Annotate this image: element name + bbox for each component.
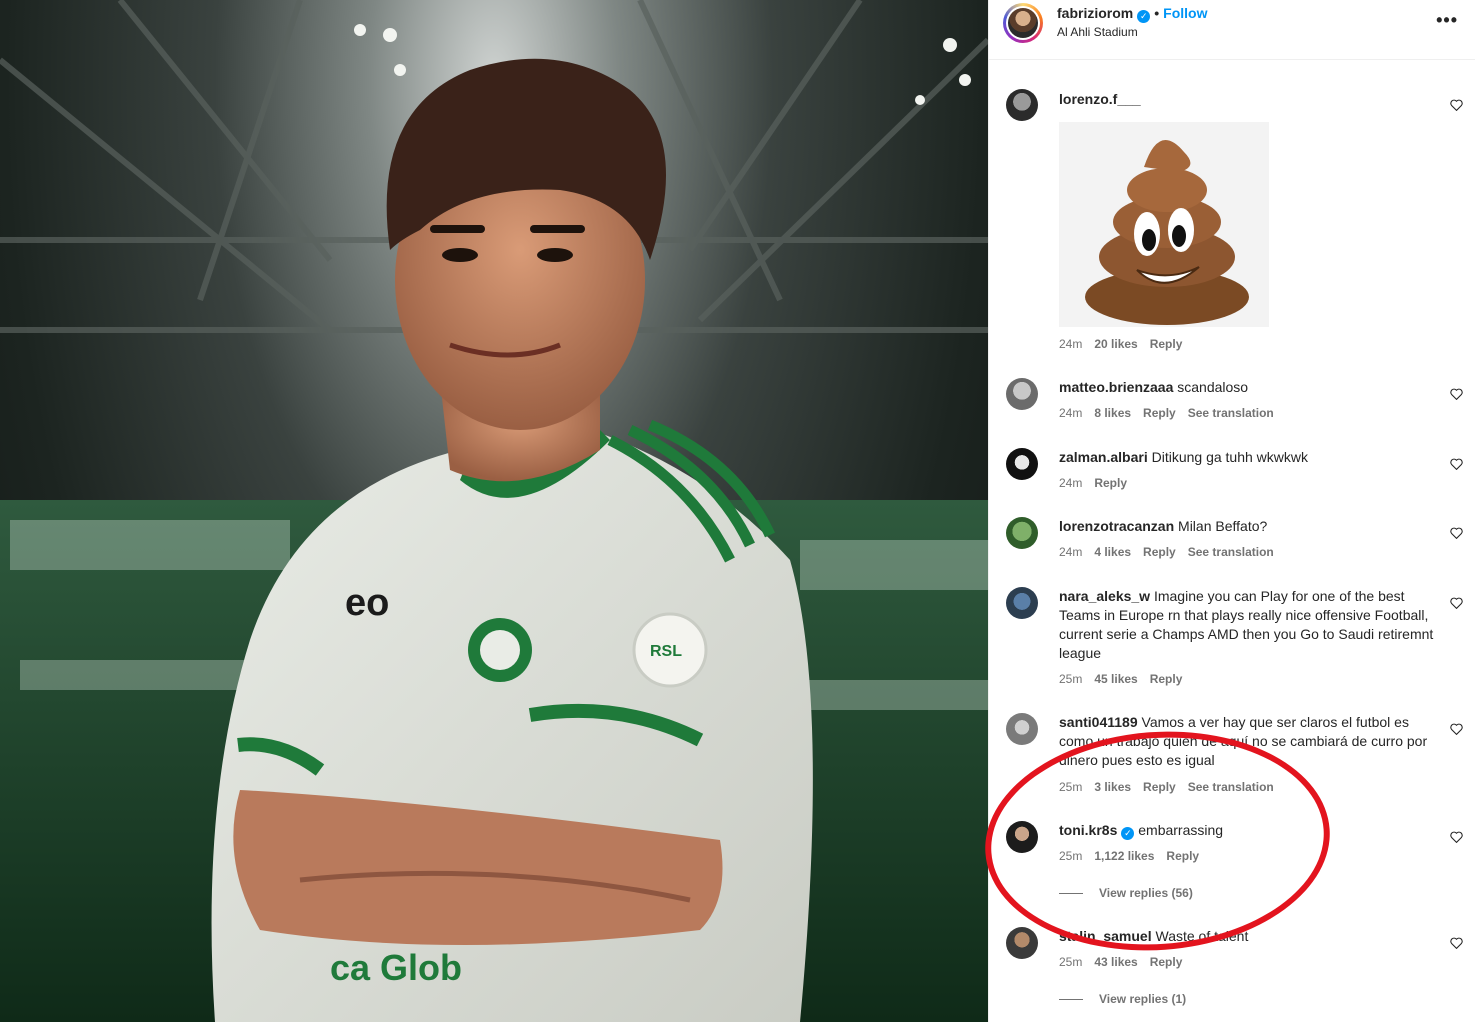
like-heart-icon[interactable] (1450, 99, 1463, 111)
sponsor-text: eo (345, 582, 389, 624)
commenter-avatar[interactable] (1006, 821, 1038, 853)
see-translation-button[interactable]: See translation (1188, 406, 1274, 420)
like-heart-icon[interactable] (1450, 527, 1463, 539)
comment-username[interactable]: zalman.albari (1059, 449, 1148, 465)
comment-text: santi041189 Vamos a ver hay que ser clar… (1059, 713, 1439, 770)
comment-likes[interactable]: 8 likes (1094, 406, 1131, 420)
player-photo: eo RSL ca Glob (0, 0, 988, 1022)
rsl-text: RSL (650, 643, 682, 660)
comment-time: 24m (1059, 476, 1083, 490)
comment-time: 24m (1059, 337, 1083, 351)
comment-username[interactable]: toni.kr8s (1059, 822, 1117, 838)
author-line: fabriziorom ✓ • Follow (1057, 5, 1207, 23)
comment-username[interactable]: lorenzo.f___ (1059, 91, 1141, 107)
like-heart-icon[interactable] (1450, 831, 1463, 843)
comment-text: nara_aleks_w Imagine you can Play for on… (1059, 587, 1439, 663)
comment-meta: 24m Reply (1059, 476, 1139, 490)
comment-username[interactable]: lorenzotracanzan (1059, 518, 1174, 534)
comment-text: zalman.albari Ditikung ga tuhh wkwkwk (1059, 448, 1439, 467)
like-heart-icon[interactable] (1450, 458, 1463, 470)
reply-button[interactable]: Reply (1143, 406, 1176, 420)
comment-likes[interactable]: 3 likes (1094, 780, 1131, 794)
author-username[interactable]: fabriziorom (1057, 5, 1133, 21)
comment-meta: 25m 1,122 likes Reply (1059, 849, 1211, 863)
comment-username[interactable]: santi041189 (1059, 714, 1138, 730)
comment-meta: 25m 45 likes Reply (1059, 672, 1194, 686)
like-heart-icon[interactable] (1450, 388, 1463, 400)
reply-button[interactable]: Reply (1143, 545, 1176, 559)
reply-button[interactable]: Reply (1094, 476, 1127, 490)
comment-meta: 24m 20 likes Reply (1059, 337, 1194, 351)
comments-panel: fabriziorom ✓ • Follow Al Ahli Stadium ••• … (988, 0, 1475, 1022)
more-options-icon[interactable]: ••• (1436, 10, 1458, 31)
separator-dot: • (1154, 5, 1160, 21)
verified-badge-icon: ✓ (1121, 827, 1135, 840)
view-replies-button[interactable]: View replies (1) (1059, 992, 1186, 1006)
comment-likes[interactable]: 4 likes (1094, 545, 1131, 559)
comment-time: 25m (1059, 849, 1083, 863)
comment-meta: 25m 3 likes Reply See translation (1059, 780, 1286, 794)
post-header: fabriziorom ✓ • Follow Al Ahli Stadium ••• (989, 0, 1475, 60)
comment-text: matteo.brienzaaa scandaloso (1059, 378, 1439, 397)
comment-time: 25m (1059, 780, 1083, 794)
comment-username[interactable]: stalin_samuel (1059, 928, 1152, 944)
view-replies-button[interactable]: View replies (56) (1059, 886, 1193, 900)
reply-button[interactable]: Reply (1143, 780, 1176, 794)
reply-button[interactable]: Reply (1150, 672, 1183, 686)
like-heart-icon[interactable] (1450, 597, 1463, 609)
commenter-avatar[interactable] (1006, 448, 1038, 480)
comment-content: Ditikung ga tuhh wkwkwk (1151, 449, 1308, 465)
see-translation-button[interactable]: See translation (1188, 780, 1274, 794)
commenter-avatar[interactable] (1006, 713, 1038, 745)
view-replies-label: View replies (56) (1099, 886, 1193, 900)
poop-emoji-icon (1059, 122, 1269, 327)
verified-badge-icon: ✓ (1137, 10, 1151, 23)
comment-likes[interactable]: 45 likes (1094, 672, 1137, 686)
reply-button[interactable]: Reply (1150, 337, 1183, 351)
commenter-avatar[interactable] (1006, 378, 1038, 410)
comment-meta: 25m 43 likes Reply (1059, 955, 1194, 969)
shirt-lower-text: ca Glob (330, 947, 462, 988)
replies-line (1059, 893, 1083, 895)
comment-meta: 24m 8 likes Reply See translation (1059, 406, 1286, 420)
comment-time: 24m (1059, 406, 1083, 420)
comment-text: stalin_samuel Waste of talent (1059, 927, 1439, 946)
commenter-avatar[interactable] (1006, 89, 1038, 121)
follow-button[interactable]: Follow (1163, 5, 1207, 21)
author-avatar[interactable] (1003, 3, 1043, 43)
comment-likes[interactable]: 20 likes (1094, 337, 1137, 351)
commenter-avatar[interactable] (1006, 587, 1038, 619)
comment-content: embarrassing (1138, 822, 1224, 838)
comment-content: Milan Beffato? (1178, 518, 1268, 534)
comment-time: 25m (1059, 955, 1083, 969)
commenter-avatar[interactable] (1006, 927, 1038, 959)
comment-text: toni.kr8s ✓ embarrassing (1059, 821, 1439, 840)
comment-time: 25m (1059, 672, 1083, 686)
view-replies-label: View replies (1) (1099, 992, 1187, 1006)
comment-likes[interactable]: 1,122 likes (1094, 849, 1154, 863)
post-image[interactable]: eo RSL ca Glob (0, 0, 988, 1022)
like-heart-icon[interactable] (1450, 723, 1463, 735)
like-heart-icon[interactable] (1450, 937, 1463, 949)
comment-text: lorenzo.f___ (1059, 90, 1439, 109)
comment-likes[interactable]: 43 likes (1094, 955, 1137, 969)
comment-content: scandaloso (1177, 379, 1249, 395)
comment-username[interactable]: nara_aleks_w (1059, 588, 1150, 604)
replies-line (1059, 999, 1083, 1001)
comment-username[interactable]: matteo.brienzaaa (1059, 379, 1173, 395)
reply-button[interactable]: Reply (1166, 849, 1199, 863)
commenter-avatar[interactable] (1006, 517, 1038, 549)
comment-time: 24m (1059, 545, 1083, 559)
see-translation-button[interactable]: See translation (1188, 545, 1274, 559)
comment-content: Waste of talent (1155, 928, 1249, 944)
reply-button[interactable]: Reply (1150, 955, 1183, 969)
comment-text: lorenzotracanzan Milan Beffato? (1059, 517, 1439, 536)
post-location[interactable]: Al Ahli Stadium (1057, 25, 1138, 39)
comment-meta: 24m 4 likes Reply See translation (1059, 545, 1286, 559)
